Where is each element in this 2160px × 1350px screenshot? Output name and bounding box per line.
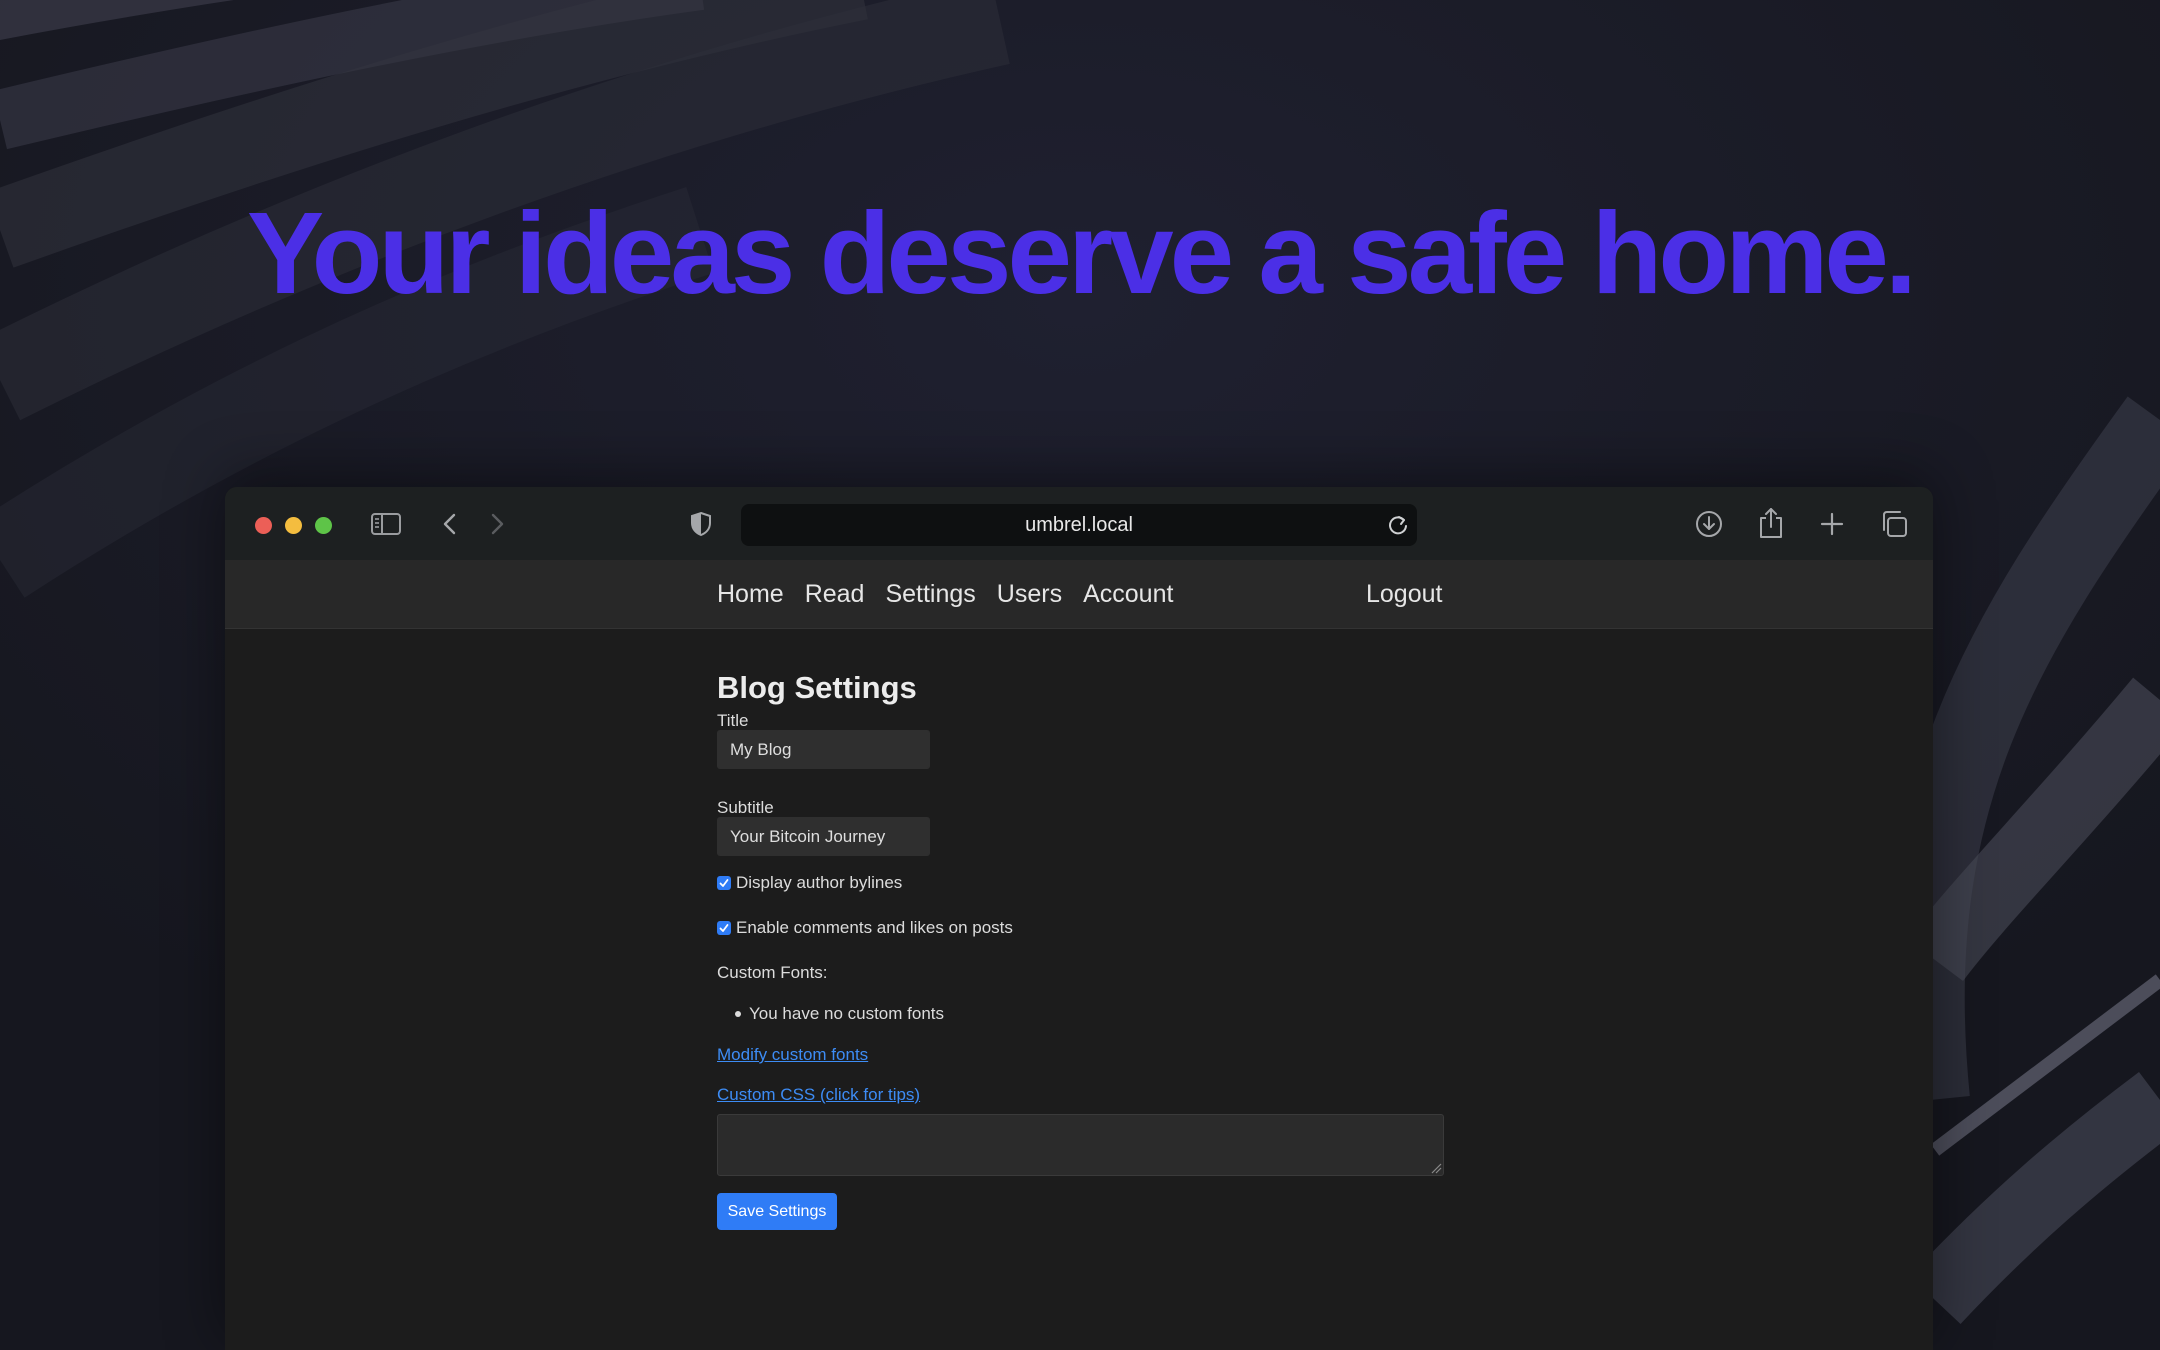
nav-links: Home Read Settings Users Account xyxy=(717,560,1194,628)
subtitle-label: Subtitle xyxy=(717,798,774,817)
forward-icon[interactable] xyxy=(486,509,510,539)
comments-label: Enable comments and likes on posts xyxy=(736,918,1013,937)
modify-fonts-link[interactable]: Modify custom fonts xyxy=(717,1045,868,1065)
resize-grip-icon[interactable] xyxy=(1431,1163,1442,1174)
custom-css-textarea[interactable] xyxy=(717,1114,1444,1176)
no-fonts-text: You have no custom fonts xyxy=(749,1004,945,1023)
browser-window: umbrel.local Home Read Settings Users Ac… xyxy=(225,487,1933,1350)
download-icon[interactable] xyxy=(1693,507,1725,541)
save-settings-button[interactable]: Save Settings xyxy=(717,1193,837,1230)
new-tab-icon[interactable] xyxy=(1817,509,1847,539)
address-bar[interactable]: umbrel.local xyxy=(741,504,1417,546)
share-icon[interactable] xyxy=(1755,505,1787,541)
browser-toolbar: umbrel.local xyxy=(225,487,1933,561)
checkmark-icon xyxy=(719,879,729,887)
nav-users-link[interactable]: Users xyxy=(997,580,1062,609)
subtitle-input[interactable] xyxy=(717,817,930,856)
nav-account-link[interactable]: Account xyxy=(1083,580,1173,609)
minimize-window-button[interactable] xyxy=(285,517,302,534)
bylines-checkbox-row[interactable]: Display author bylines xyxy=(717,873,902,893)
page-title: Blog Settings xyxy=(717,670,917,705)
bylines-label: Display author bylines xyxy=(736,873,903,892)
title-input[interactable] xyxy=(717,730,930,769)
custom-fonts-label: Custom Fonts: xyxy=(717,963,828,982)
shield-icon[interactable] xyxy=(688,509,714,539)
maximize-window-button[interactable] xyxy=(315,517,332,534)
hero-headline: Your ideas deserve a safe home. xyxy=(246,188,1917,318)
comments-checkbox-row[interactable]: Enable comments and likes on posts xyxy=(717,918,1013,938)
nav-read-link[interactable]: Read xyxy=(805,580,865,609)
sidebar-icon[interactable] xyxy=(370,509,402,539)
checkmark-icon xyxy=(719,924,729,932)
reload-icon[interactable] xyxy=(1387,513,1409,542)
nav-settings-link[interactable]: Settings xyxy=(885,580,975,609)
url-text: umbrel.local xyxy=(1025,513,1133,536)
list-item: You have no custom fonts xyxy=(735,1004,944,1024)
tabs-overview-icon[interactable] xyxy=(1878,508,1910,540)
bullet-icon xyxy=(735,1011,741,1017)
close-window-button[interactable] xyxy=(255,517,272,534)
custom-css-link[interactable]: Custom CSS (click for tips) xyxy=(717,1085,920,1105)
site-nav: Home Read Settings Users Account Logout xyxy=(225,560,1933,629)
nav-home-link[interactable]: Home xyxy=(717,580,784,609)
bylines-checkbox[interactable] xyxy=(717,876,731,890)
back-icon[interactable] xyxy=(437,509,461,539)
comments-checkbox[interactable] xyxy=(717,921,731,935)
logout-link[interactable]: Logout xyxy=(1366,560,1442,628)
title-label: Title xyxy=(717,711,749,730)
